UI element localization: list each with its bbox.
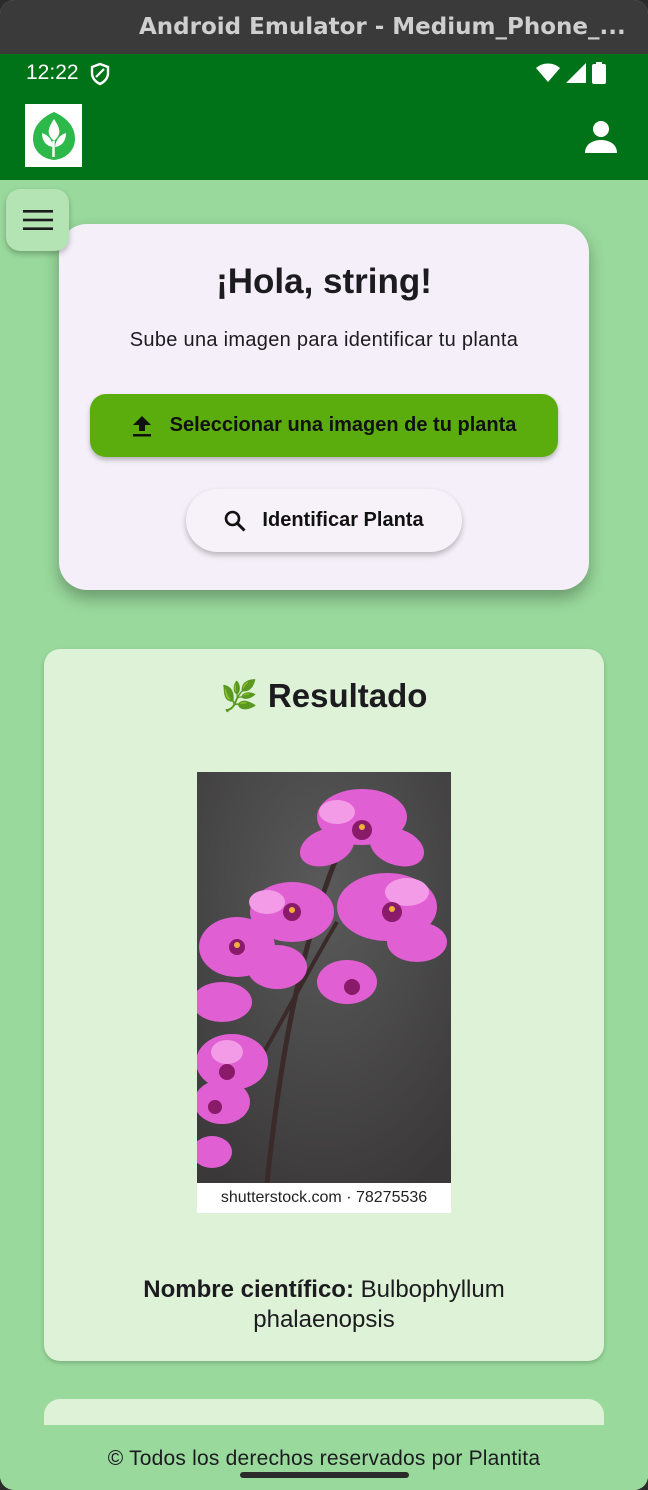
window-titlebar: Android Emulator - Medium_Phone_... — [0, 0, 648, 54]
app-bar — [0, 94, 648, 180]
menu-button[interactable] — [6, 189, 69, 251]
result-card: 🌿 Resultado shutterstock.com · 78275536 … — [44, 649, 604, 1361]
greeting-title: ¡Hola, string! — [216, 262, 432, 301]
window-title: Android Emulator - Medium_Phone_... — [139, 14, 626, 40]
plant-photo: shutterstock.com · 78275536 — [197, 772, 451, 1213]
gesture-home-bar[interactable] — [240, 1472, 409, 1478]
footer: © Todos los derechos reservados por Plan… — [0, 1425, 648, 1490]
select-image-button[interactable]: Seleccionar una imagen de tu planta — [90, 394, 558, 457]
upload-subtitle: Sube una imagen para identificar tu plan… — [129, 329, 519, 351]
leaf-icon: 🌿 — [220, 679, 258, 713]
identify-plant-button[interactable]: Identificar Planta — [186, 489, 462, 552]
scientific-name-label: Nombre científico: — [143, 1276, 354, 1303]
select-image-label: Seleccionar una imagen de tu planta — [169, 414, 517, 436]
upload-card: ¡Hola, string! Sube una imagen para iden… — [59, 224, 589, 590]
search-icon — [225, 510, 246, 532]
status-bar: 12:22 — [0, 54, 648, 94]
plant-logo-icon[interactable] — [25, 104, 82, 167]
scientific-name: Nombre científico: Bulbophyllum phalaeno… — [84, 1275, 564, 1335]
shield-icon — [90, 62, 110, 86]
hamburger-menu-icon — [22, 210, 53, 230]
status-time: 12:22 — [26, 61, 79, 84]
photo-watermark: shutterstock.com · 78275536 — [197, 1183, 451, 1213]
status-icons — [536, 62, 606, 84]
battery-icon — [592, 62, 606, 84]
person-icon[interactable] — [584, 120, 618, 154]
identify-plant-label: Identificar Planta — [262, 509, 424, 531]
result-title-text: Resultado — [267, 677, 428, 714]
upload-icon — [132, 415, 151, 436]
result-title: 🌿 Resultado — [44, 677, 604, 715]
emulator-window: Android Emulator - Medium_Phone_... 12:2… — [0, 0, 648, 1490]
wifi-icon — [536, 63, 560, 82]
footer-text: © Todos los derechos reservados por Plan… — [107, 1447, 541, 1470]
signal-icon — [566, 63, 586, 83]
